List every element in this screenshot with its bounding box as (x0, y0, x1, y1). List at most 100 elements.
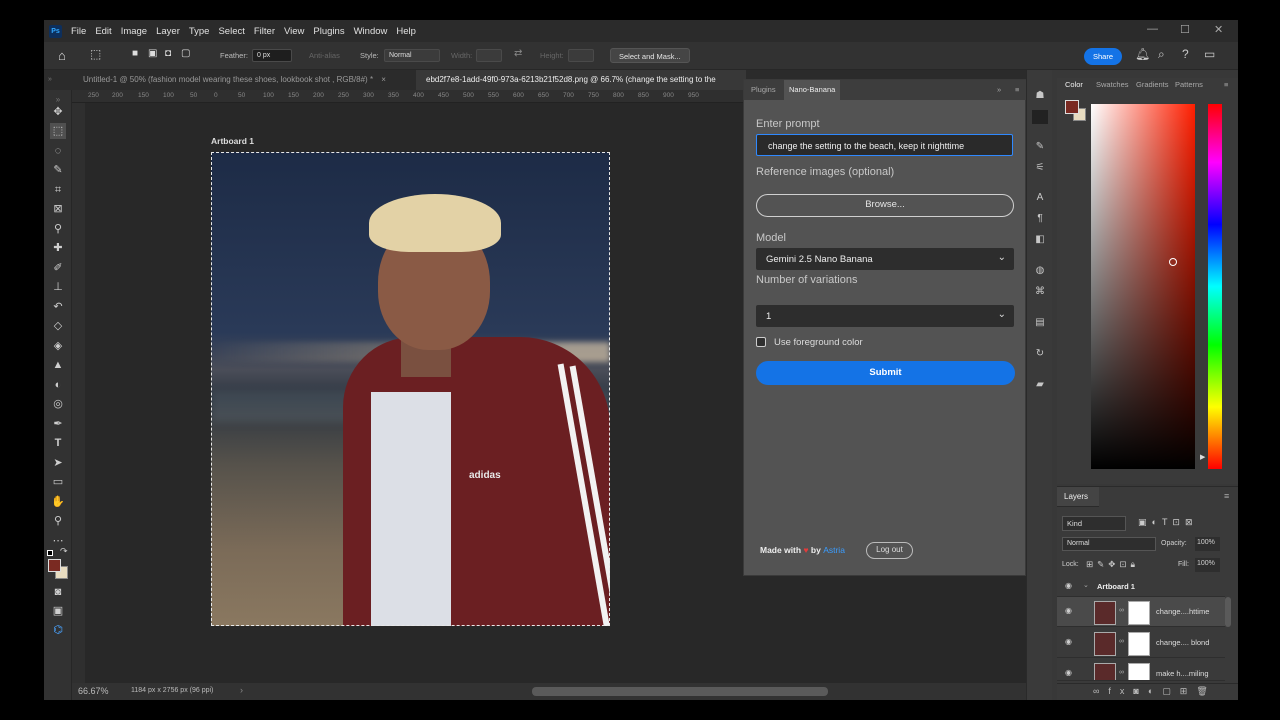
pen-tool-icon[interactable]: ✒ (50, 416, 66, 432)
brush-tool-icon[interactable]: ✐ (50, 260, 66, 276)
horizontal-scrollbar[interactable] (532, 687, 828, 696)
default-colors-icon[interactable] (47, 550, 53, 556)
antialias-checkbox-label[interactable]: Anti-alias (309, 51, 340, 60)
glyphs-icon[interactable]: ◧ (1032, 232, 1048, 248)
fill-input[interactable]: 100% (1195, 558, 1220, 572)
share-button[interactable]: Share (1084, 48, 1122, 65)
layers-tab[interactable]: Layers (1057, 487, 1099, 507)
tab-patterns[interactable]: Patterns (1175, 80, 1203, 89)
swap-colors-icon[interactable]: ↷ (60, 546, 68, 557)
layer-row[interactable]: ◉ ∞ change.... blond (1057, 628, 1225, 658)
tab-nano-banana[interactable]: Nano-Banana (784, 80, 841, 100)
style-select[interactable]: Normal (384, 49, 440, 62)
artboard-image[interactable]: adidas (211, 152, 610, 626)
layer-group-artboard[interactable]: ◉ ⌄ Artboard 1 (1057, 575, 1225, 597)
menu-filter[interactable]: Filter (254, 26, 275, 37)
brush-settings-icon[interactable]: ✎ (1032, 139, 1048, 155)
history-brush-icon[interactable]: ↶ (50, 299, 66, 315)
tab-active-document[interactable]: ebd2f7e8-1add-49f0-973a-6213b21f52d8.png… (416, 70, 746, 90)
tab-untitled[interactable]: Untitled-1 @ 50% (fashion model wearing … (58, 70, 414, 90)
layer-mask-thumbnail[interactable] (1128, 632, 1150, 656)
comments-icon[interactable]: ▰ (1032, 377, 1048, 393)
bell-icon[interactable]: 🔔︎ (1135, 47, 1150, 61)
crop-tool-icon[interactable]: ⌗ (50, 182, 66, 198)
move-tool-icon[interactable]: ✥ (50, 104, 66, 120)
object-select-tool-icon[interactable]: ✎ (50, 162, 66, 178)
panel-expand-icon[interactable]: » (992, 80, 1006, 100)
layer-filter-kind[interactable]: Kind (1062, 516, 1126, 531)
hand-tool-icon[interactable]: ✋ (50, 494, 66, 510)
link-icon[interactable]: ∞ (1119, 607, 1124, 614)
panel-menu-icon[interactable]: ≡ (1224, 491, 1229, 501)
lock-icons[interactable]: ⊞✎✥⊡🔒︎ (1086, 559, 1139, 570)
layer-row[interactable]: ◉ ∞ change....httime (1057, 597, 1225, 627)
foreground-color-checkbox[interactable] (756, 337, 766, 347)
healing-tool-icon[interactable]: ✚ (50, 240, 66, 256)
image-icon[interactable]: ▤ (1032, 315, 1048, 331)
workspace-icon[interactable]: ▭ (1204, 47, 1215, 61)
paths-icon[interactable]: ⌘ (1032, 284, 1048, 300)
foreground-swatch[interactable] (1065, 100, 1079, 114)
color-picker-field[interactable] (1091, 104, 1195, 469)
marquee-tool-icon[interactable]: ⬚ (90, 47, 101, 61)
swap-icon[interactable]: ⇄ (514, 48, 522, 59)
eye-icon[interactable]: ◉ (1065, 637, 1072, 646)
sponge-tool-icon[interactable]: ◎ (50, 396, 66, 412)
menu-view[interactable]: View (284, 26, 304, 37)
blend-mode-select[interactable]: Normal (1062, 537, 1156, 551)
eye-icon[interactable]: ◉ (1065, 668, 1072, 677)
generative-icon[interactable]: ⌬ (50, 622, 66, 638)
layer-mask-thumbnail[interactable] (1128, 601, 1150, 625)
libraries-icon[interactable]: ◍ (1032, 263, 1048, 279)
width-input[interactable] (476, 49, 502, 62)
history-icon[interactable]: ↻ (1032, 346, 1048, 362)
zoom-tool-icon[interactable]: ⚲ (50, 513, 66, 529)
tab-plugins[interactable]: Plugins (746, 80, 781, 100)
variations-select[interactable]: 1 ⌄ (756, 305, 1014, 327)
frame-tool-icon[interactable]: ⊠ (50, 201, 66, 217)
color-picker-cursor[interactable] (1169, 258, 1177, 266)
blur-tool-icon[interactable]: ▲ (50, 357, 66, 373)
prompt-input[interactable]: change the setting to the beach, keep it… (756, 134, 1013, 156)
navigator-icon[interactable] (1032, 110, 1048, 124)
browse-button[interactable]: Browse... (756, 194, 1014, 217)
logout-button[interactable]: Log out (866, 542, 913, 559)
dodge-tool-icon[interactable]: ◐ (50, 377, 66, 393)
menu-type[interactable]: Type (189, 26, 210, 37)
help-icon[interactable]: ? (1182, 47, 1189, 61)
learn-icon[interactable]: ☗ (1032, 88, 1048, 104)
eyedropper-tool-icon[interactable]: ⚲ (50, 221, 66, 237)
tab-swatches[interactable]: Swatches (1096, 80, 1129, 89)
maximize-button[interactable]: ☐ (1180, 23, 1190, 36)
stamp-tool-icon[interactable]: ⊥ (50, 279, 66, 295)
eraser-tool-icon[interactable]: ◇ (50, 318, 66, 334)
minimize-button[interactable]: — (1147, 23, 1158, 35)
model-select[interactable]: Gemini 2.5 Nano Banana ⌄ (756, 248, 1014, 270)
zoom-level[interactable]: 66.67% (78, 686, 109, 696)
feather-input[interactable]: 0 px (252, 49, 292, 62)
marquee-tool-icon[interactable]: ⬚ (50, 123, 66, 139)
home-icon[interactable]: ⌂ (58, 48, 66, 63)
quick-mask-icon[interactable]: ◙ (50, 584, 66, 600)
tab-color[interactable]: Color (1065, 80, 1083, 89)
menu-layer[interactable]: Layer (156, 26, 180, 37)
layers-scrollbar[interactable] (1225, 597, 1231, 627)
tab-gradients[interactable]: Gradients (1136, 80, 1169, 89)
panel-menu-icon[interactable]: ≡ (1224, 80, 1228, 89)
submit-button[interactable]: Submit (756, 361, 1015, 385)
link-icon[interactable]: ∞ (1119, 669, 1124, 676)
hue-slider-handle[interactable]: ▶ (1200, 453, 1205, 461)
search-icon[interactable]: ⌕ (1158, 47, 1165, 62)
add-selection-icon[interactable]: ▣ (148, 48, 157, 59)
hue-slider[interactable] (1208, 104, 1222, 469)
menu-window[interactable]: Window (354, 26, 388, 37)
tab-close-icon[interactable]: × (381, 75, 386, 84)
menu-image[interactable]: Image (121, 26, 147, 37)
status-expand-icon[interactable]: › (240, 685, 243, 695)
layers-footer-icons[interactable]: ∞fx◙◐▢⊞🗑︎ (1057, 683, 1238, 700)
chevron-down-icon[interactable]: ⌄ (1083, 581, 1089, 589)
link-icon[interactable]: ∞ (1119, 638, 1124, 645)
character-icon[interactable]: A (1032, 190, 1048, 206)
close-window-button[interactable]: ✕ (1214, 23, 1223, 36)
path-select-icon[interactable]: ➤ (50, 455, 66, 471)
